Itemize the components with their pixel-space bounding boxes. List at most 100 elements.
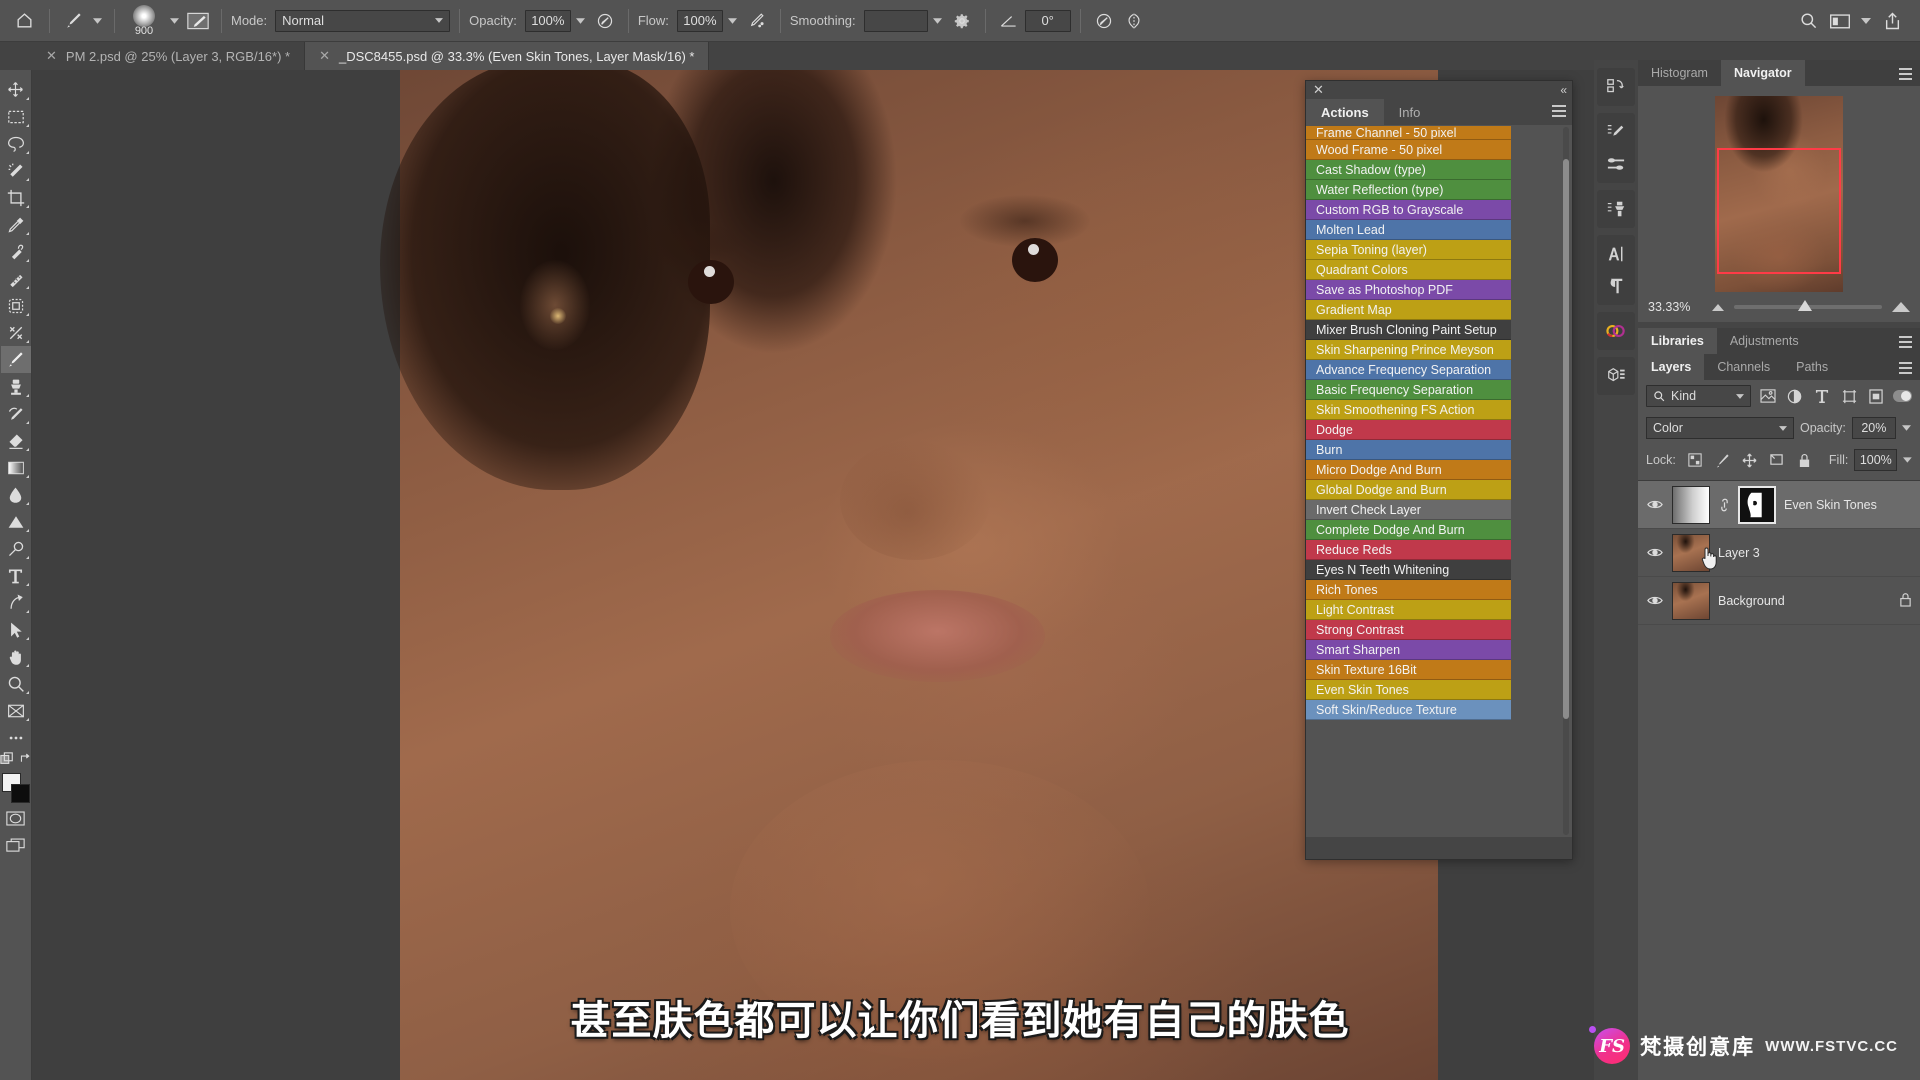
- gradient-tool[interactable]: [1, 454, 31, 481]
- healing-brush-tool[interactable]: [1, 265, 31, 292]
- action-item[interactable]: Frame Channel - 50 pixel: [1306, 126, 1511, 140]
- actions-panel[interactable]: ✕ « Actions Info Frame Channel - 50 pixe…: [1305, 80, 1573, 860]
- actions-list[interactable]: Frame Channel - 50 pixel Wood Frame - 50 …: [1306, 125, 1572, 837]
- action-item[interactable]: Cast Shadow (type): [1306, 160, 1511, 180]
- link-icon[interactable]: [1718, 497, 1730, 513]
- document-tab-dsc8455[interactable]: ✕ _DSC8455.psd @ 33.3% (Even Skin Tones,…: [305, 42, 710, 70]
- brush-size-chevron-icon[interactable]: [166, 8, 182, 34]
- action-item[interactable]: Skin Smoothening FS Action: [1306, 400, 1511, 420]
- history-brush-tool[interactable]: [1, 400, 31, 427]
- layer-filter-kind-select[interactable]: Kind: [1646, 385, 1752, 407]
- spot-healing-brush-tool[interactable]: [1, 238, 31, 265]
- eye-icon[interactable]: [1646, 595, 1664, 606]
- action-item[interactable]: Quadrant Colors: [1306, 260, 1511, 280]
- tab-paths[interactable]: Paths: [1783, 354, 1841, 380]
- panel-menu-icon[interactable]: [1552, 105, 1566, 120]
- brush-size-preview[interactable]: 900: [124, 4, 164, 37]
- opacity-input[interactable]: 100%: [524, 9, 571, 32]
- clone-stamp-alt-tool[interactable]: [1, 319, 31, 346]
- pressure-opacity-icon[interactable]: [591, 7, 619, 35]
- close-icon[interactable]: ✕: [1313, 82, 1324, 98]
- actions-scrollbar-thumb[interactable]: [1563, 159, 1569, 719]
- tab-histogram[interactable]: Histogram: [1638, 60, 1721, 86]
- pen-tool[interactable]: [1, 535, 31, 562]
- brush-panel-icon[interactable]: [184, 7, 212, 35]
- chevron-down-icon[interactable]: [1903, 457, 1912, 463]
- action-item[interactable]: Light Contrast: [1306, 600, 1511, 620]
- brush-settings-icon[interactable]: [1599, 148, 1633, 180]
- symmetry-icon[interactable]: [1120, 7, 1148, 35]
- tab-actions[interactable]: Actions: [1306, 99, 1384, 125]
- brush-preset-icon[interactable]: [59, 7, 87, 35]
- clone-stamp-tool[interactable]: [1, 373, 31, 400]
- brush-angle-input[interactable]: 0°: [1024, 9, 1071, 32]
- zoom-slider[interactable]: [1734, 300, 1882, 311]
- action-item[interactable]: Dodge: [1306, 420, 1511, 440]
- flow-chevron-icon[interactable]: [725, 8, 741, 34]
- crop-tool[interactable]: [1, 184, 31, 211]
- action-item[interactable]: Micro Dodge And Burn: [1306, 460, 1511, 480]
- gear-icon[interactable]: [948, 7, 976, 35]
- action-item[interactable]: Strong Contrast: [1306, 620, 1511, 640]
- dodge-tool[interactable]: [1, 508, 31, 535]
- history-icon[interactable]: [1599, 71, 1633, 103]
- action-item[interactable]: Global Dodge and Burn: [1306, 480, 1511, 500]
- smoothing-input[interactable]: [863, 9, 928, 32]
- close-icon[interactable]: ✕: [319, 48, 330, 64]
- smoothing-chevron-icon[interactable]: [930, 8, 946, 34]
- eyedropper-tool[interactable]: [1, 211, 31, 238]
- layer-list[interactable]: Even Skin Tones Layer 3 Background: [1638, 480, 1920, 625]
- action-item[interactable]: Sepia Toning (layer): [1306, 240, 1511, 260]
- adjustment-layer-filter-icon[interactable]: [1784, 385, 1805, 407]
- collapse-icon[interactable]: «: [1560, 83, 1567, 97]
- action-item[interactable]: Rich Tones: [1306, 580, 1511, 600]
- frame-tool[interactable]: [1, 697, 31, 724]
- action-item[interactable]: Invert Check Layer: [1306, 500, 1511, 520]
- action-item[interactable]: Eyes N Teeth Whitening: [1306, 560, 1511, 580]
- patch-tool[interactable]: [1, 292, 31, 319]
- tab-info[interactable]: Info: [1384, 99, 1436, 125]
- clone-source-icon[interactable]: [1599, 193, 1633, 225]
- action-item[interactable]: Mixer Brush Cloning Paint Setup: [1306, 320, 1511, 340]
- action-item[interactable]: Even Skin Tones: [1306, 680, 1511, 700]
- share-icon[interactable]: [1878, 7, 1906, 35]
- action-item[interactable]: Wood Frame - 50 pixel: [1306, 140, 1511, 160]
- action-item[interactable]: Gradient Map: [1306, 300, 1511, 320]
- layer-row[interactable]: Even Skin Tones: [1638, 481, 1920, 529]
- blur-tool[interactable]: [1, 481, 31, 508]
- zoom-slider-thumb[interactable]: [1797, 300, 1812, 311]
- chevron-down-icon[interactable]: [1858, 8, 1874, 34]
- pressure-size-icon[interactable]: [1090, 7, 1118, 35]
- tab-layers[interactable]: Layers: [1638, 354, 1705, 380]
- zoom-out-icon[interactable]: [1712, 303, 1724, 311]
- shape-layer-filter-icon[interactable]: [1839, 385, 1860, 407]
- tab-libraries[interactable]: Libraries: [1638, 328, 1717, 354]
- action-item[interactable]: Custom RGB to Grayscale: [1306, 200, 1511, 220]
- airbrush-icon[interactable]: [743, 7, 771, 35]
- lasso-tool[interactable]: [1, 130, 31, 157]
- tab-navigator[interactable]: Navigator: [1720, 60, 1805, 86]
- panel-menu-icon[interactable]: [1899, 362, 1912, 377]
- document-tab-pm2[interactable]: ✕ PM 2.psd @ 25% (Layer 3, RGB/16*) *: [32, 42, 306, 70]
- lock-image-pixels-icon[interactable]: [1711, 450, 1732, 470]
- action-item[interactable]: Reduce Reds: [1306, 540, 1511, 560]
- layer-opacity-input[interactable]: 20%: [1851, 417, 1896, 439]
- action-item[interactable]: Smart Sharpen: [1306, 640, 1511, 660]
- close-icon[interactable]: ✕: [46, 48, 57, 64]
- zoom-tool[interactable]: [1, 670, 31, 697]
- action-item[interactable]: Skin Texture 16Bit: [1306, 660, 1511, 680]
- action-item[interactable]: Water Reflection (type): [1306, 180, 1511, 200]
- opacity-chevron-icon[interactable]: [573, 8, 589, 34]
- layer-row[interactable]: Background: [1638, 577, 1920, 625]
- lock-all-icon[interactable]: [1794, 450, 1815, 470]
- paragraph-icon[interactable]: [1599, 270, 1633, 302]
- pixel-layer-filter-icon[interactable]: [1757, 385, 1778, 407]
- lock-transparent-pixels-icon[interactable]: [1684, 450, 1705, 470]
- action-item[interactable]: Soft Skin/Reduce Texture: [1306, 700, 1511, 720]
- flow-input[interactable]: 100%: [676, 9, 723, 32]
- screen-mode-icon[interactable]: [1, 832, 31, 859]
- eye-icon[interactable]: [1646, 499, 1664, 510]
- layer-blend-mode-select[interactable]: Color: [1646, 417, 1794, 439]
- direct-selection-tool[interactable]: [1, 616, 31, 643]
- document-image[interactable]: [380, 70, 1438, 1080]
